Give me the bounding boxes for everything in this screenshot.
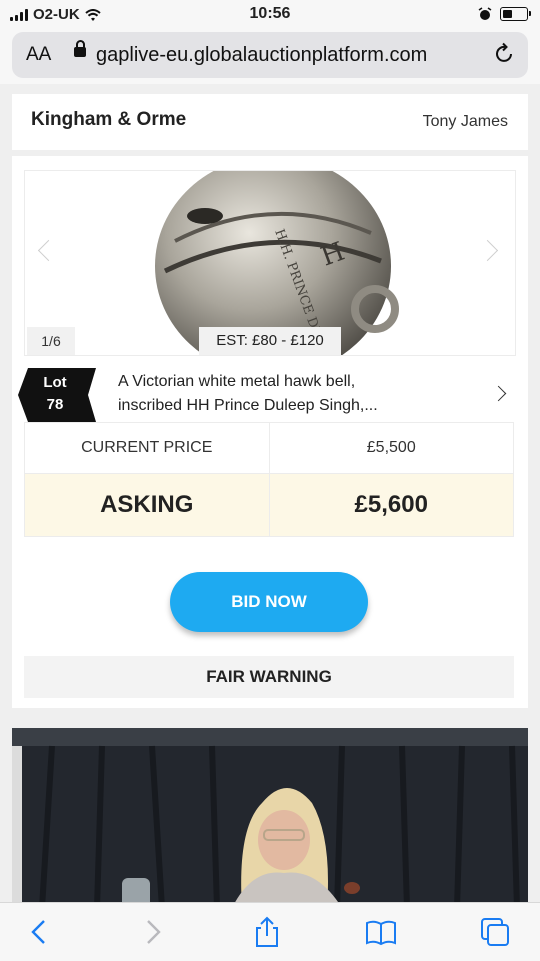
estimate-badge: EST: £80 - £120 bbox=[199, 327, 341, 355]
back-icon[interactable] bbox=[22, 915, 56, 949]
lot-title-line1: A Victorian white metal hawk bell, bbox=[118, 373, 356, 390]
video-frame bbox=[12, 728, 528, 902]
asking-value: £5,600 bbox=[268, 474, 514, 536]
auctioneer-name: Tony James bbox=[422, 113, 508, 130]
current-price-row: CURRENT PRICE £5,500 bbox=[24, 422, 514, 474]
lot-title[interactable]: A Victorian white metal hawk bell, inscr… bbox=[118, 370, 448, 418]
lot-image-carousel[interactable]: H H.H. PRINCE DULEEP SINGH 1/6 EST: £80 … bbox=[24, 170, 516, 356]
text-size-button[interactable]: AA bbox=[26, 44, 51, 66]
address-bar[interactable]: AA gaplive-eu.globalauctionplatform.com bbox=[12, 32, 528, 78]
current-price-label: CURRENT PRICE bbox=[81, 439, 213, 456]
clock: 10:56 bbox=[249, 5, 291, 22]
alarm-icon bbox=[478, 7, 492, 20]
reload-icon[interactable] bbox=[492, 42, 516, 66]
image-counter: 1/6 bbox=[27, 327, 75, 355]
asking-price-row: ASKING £5,600 bbox=[24, 474, 514, 537]
lot-number: 78 bbox=[46, 396, 64, 413]
lock-icon bbox=[74, 40, 86, 57]
current-price-value: £5,500 bbox=[268, 423, 514, 473]
auctioneer-video-feed[interactable] bbox=[12, 728, 528, 902]
battery-icon bbox=[500, 7, 531, 21]
price-table: CURRENT PRICE £5,500 ASKING £5,600 bbox=[24, 422, 514, 537]
url-area: AA gaplive-eu.globalauctionplatform.com bbox=[0, 30, 540, 84]
share-icon[interactable] bbox=[250, 915, 284, 949]
auction-header: Kingham & Orme Tony James bbox=[12, 94, 528, 150]
bid-now-button[interactable]: BID NOW bbox=[170, 572, 368, 632]
status-right bbox=[478, 7, 531, 21]
fair-warning-banner: FAIR WARNING bbox=[24, 656, 514, 698]
lot-title-line2: inscribed HH Prince Duleep Singh,... bbox=[118, 397, 378, 414]
asking-label: ASKING bbox=[100, 491, 194, 518]
chevron-right-icon[interactable] bbox=[490, 385, 507, 402]
status-bar: O2-UK 10:56 bbox=[0, 0, 540, 30]
lot-number-badge: Lot 78 bbox=[18, 368, 98, 422]
bookmarks-icon[interactable] bbox=[364, 915, 398, 949]
url-text[interactable]: gaplive-eu.globalauctionplatform.com bbox=[96, 44, 427, 67]
browser-toolbar bbox=[0, 902, 540, 961]
auction-house-name: Kingham & Orme bbox=[31, 109, 187, 130]
page-content: Kingham & Orme Tony James H H.H. PRI bbox=[0, 84, 540, 902]
lot-card: H H.H. PRINCE DULEEP SINGH 1/6 EST: £80 … bbox=[12, 156, 528, 708]
tabs-icon[interactable] bbox=[478, 915, 512, 949]
forward-icon[interactable] bbox=[136, 915, 170, 949]
lot-label: Lot bbox=[43, 374, 67, 391]
